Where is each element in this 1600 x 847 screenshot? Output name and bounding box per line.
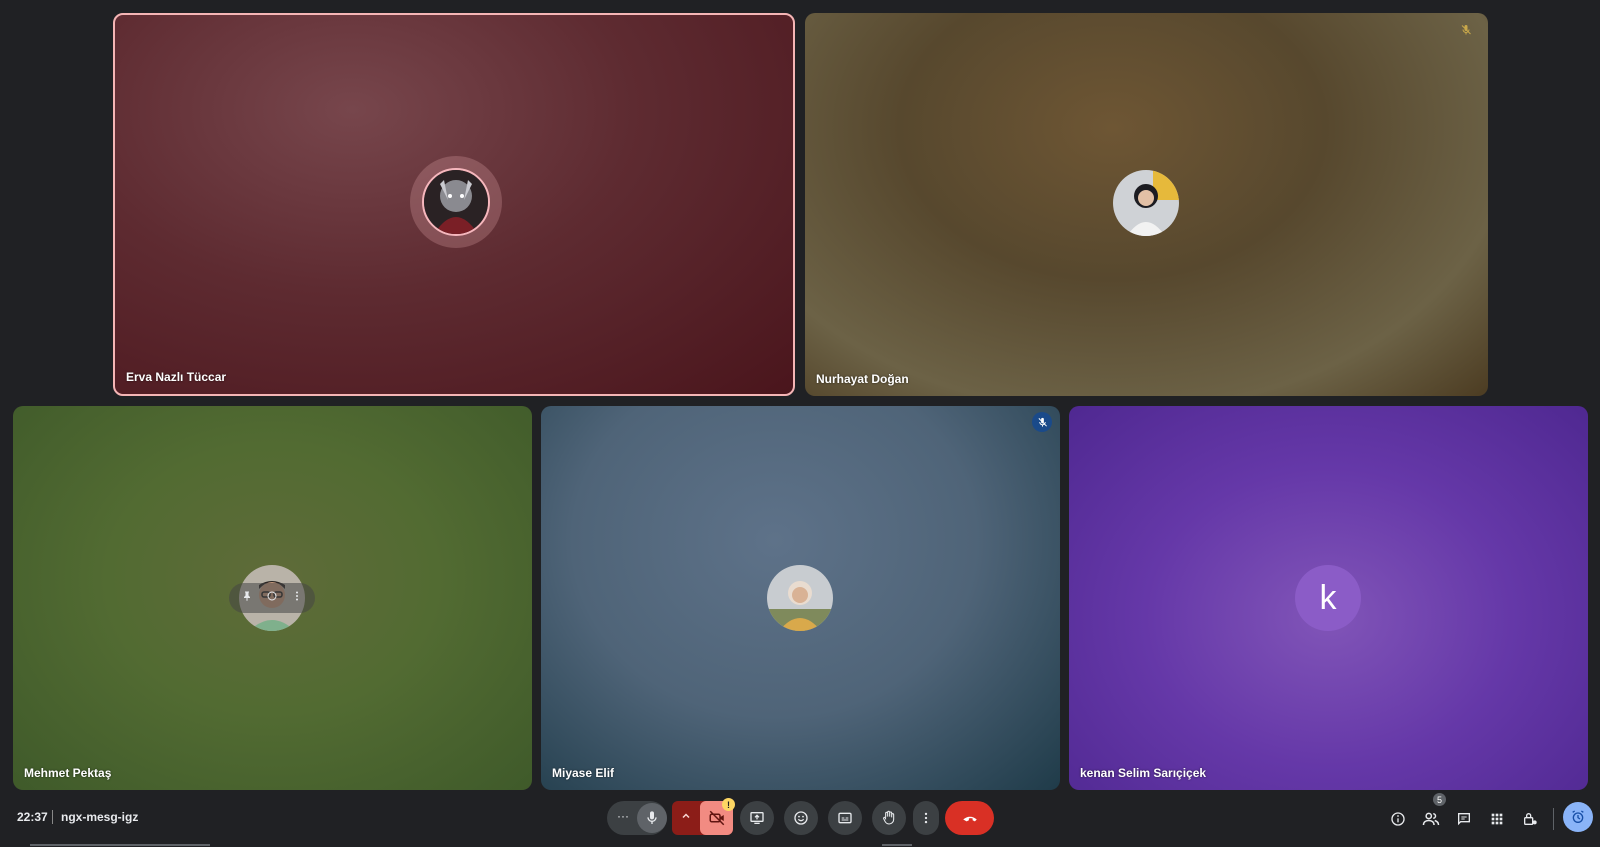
mic-off-icon [1456, 20, 1476, 40]
present-button[interactable] [740, 801, 774, 835]
participant-name: kenan Selim Sarıçiçek [1080, 766, 1207, 780]
more-options-button[interactable] [913, 801, 939, 835]
divider [52, 810, 53, 824]
people-button[interactable] [1416, 804, 1446, 834]
closed-captions-icon [838, 812, 852, 824]
info-icon [1391, 812, 1405, 826]
participant-tile-nurhayat[interactable]: Nurhayat Doğan [805, 13, 1488, 396]
mic-off-icon [1032, 412, 1052, 432]
more-vert-icon [924, 812, 928, 824]
scroll-indicator [30, 844, 210, 846]
pin-icon[interactable] [241, 589, 253, 607]
meeting-toolbar: 22:37 ngx-mesg-igz ··· ! 5 [0, 793, 1600, 838]
meeting-time: 22:37 [17, 810, 48, 824]
participant-tile-miyase[interactable]: Miyase Elif [541, 406, 1060, 790]
mic-control-group: ··· [607, 801, 667, 835]
participant-name: Nurhayat Doğan [816, 372, 909, 386]
people-icon [1422, 812, 1440, 826]
chevron-up-icon[interactable] [680, 809, 692, 827]
mic-icon [647, 811, 657, 824]
mic-button[interactable] [637, 803, 667, 833]
leave-call-button[interactable] [945, 801, 994, 835]
scroll-indicator [882, 844, 912, 846]
hand-icon [883, 810, 895, 825]
alarm-clock-icon [1572, 810, 1584, 823]
timer-button[interactable] [1563, 802, 1593, 832]
participant-name: Erva Nazlı Tüccar [126, 370, 227, 384]
participant-tile-erva[interactable]: Erva Nazlı Tüccar [113, 13, 795, 396]
participant-name: Miyase Elif [552, 766, 615, 780]
videocam-off-icon [709, 810, 724, 826]
raise-hand-button[interactable] [872, 801, 906, 835]
apps-grid-icon [1491, 813, 1503, 825]
call-end-icon [962, 816, 977, 822]
host-controls-button[interactable] [1515, 804, 1545, 834]
chat-button[interactable] [1449, 804, 1479, 834]
lock-person-icon [1524, 813, 1537, 825]
mute-participant-icon[interactable] [266, 589, 278, 607]
avatar [1113, 170, 1179, 236]
emoji-icon [794, 811, 808, 825]
divider [1553, 808, 1554, 830]
more-vert-icon[interactable] [291, 589, 303, 607]
reactions-button[interactable] [784, 801, 818, 835]
present-screen-icon [750, 812, 764, 824]
audio-settings-button[interactable]: ··· [617, 809, 629, 823]
activities-button[interactable] [1482, 804, 1512, 834]
chat-icon [1458, 813, 1470, 826]
people-count-badge: 5 [1433, 793, 1446, 806]
avatar [767, 565, 833, 631]
participant-name: Mehmet Pektaş [24, 766, 112, 780]
warning-badge: ! [722, 798, 735, 811]
meeting-details-button[interactable] [1383, 804, 1413, 834]
captions-button[interactable] [828, 801, 862, 835]
meeting-code: ngx-mesg-igz [61, 810, 139, 824]
tile-hover-controls [229, 583, 315, 613]
speaking-indicator [410, 156, 502, 248]
avatar [422, 168, 490, 236]
participant-tile-mehmet[interactable]: Mehmet Pektaş [13, 406, 532, 790]
avatar-initial: k [1295, 565, 1361, 631]
participant-tile-kenan[interactable]: k kenan Selim Sarıçiçek [1069, 406, 1588, 790]
